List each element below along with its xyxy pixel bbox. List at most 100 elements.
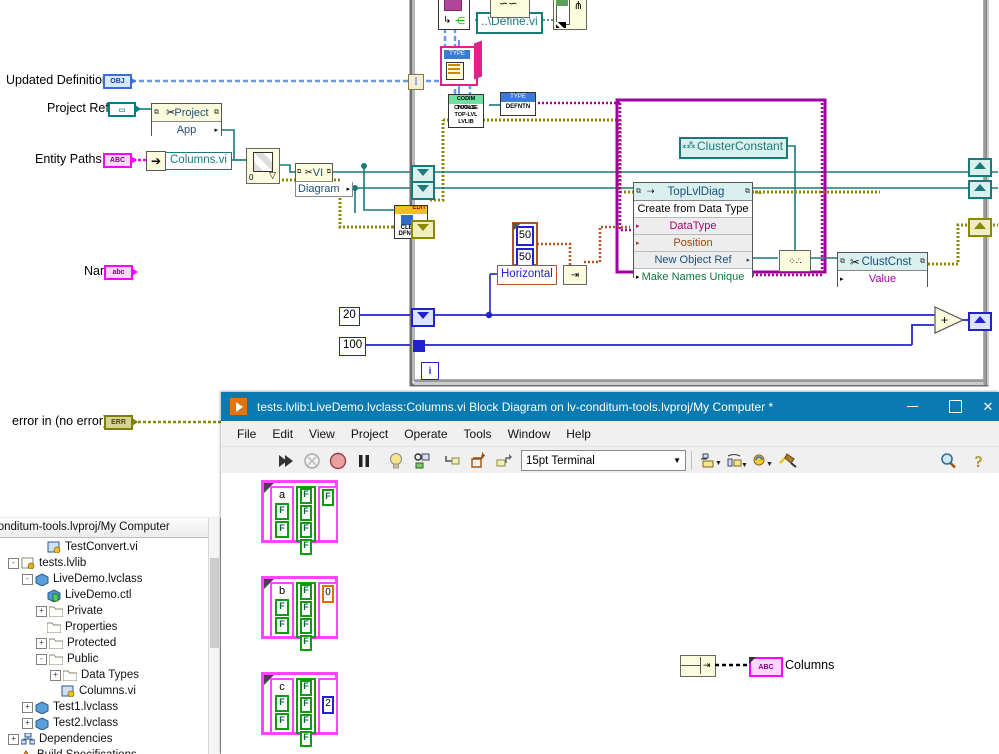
project-tree[interactable]: TestConvert.vi - tests.lvlib - LiveDemo.lvcl… [0, 538, 220, 754]
close-icon[interactable]: ✕ [977, 392, 999, 421]
terminal-updated-definition[interactable]: OBJ [103, 74, 132, 89]
cluster-constant-size[interactable]: 50 50 [512, 222, 538, 268]
menu-bar[interactable]: File Edit View Project Operate Tools Window Hel… [221, 421, 999, 447]
menu-item-window[interactable]: Window [500, 425, 559, 443]
minimize-icon[interactable] [891, 392, 934, 421]
add-function-node[interactable]: + [934, 306, 965, 334]
menu-item-operate[interactable]: Operate [396, 425, 455, 443]
enum-constant-horizontal[interactable]: Horizontal [497, 265, 557, 285]
project-explorer-window[interactable]: conditum-tools.lvproj/My Computer TestCo… [0, 518, 221, 754]
expand-icon[interactable]: + [36, 605, 47, 617]
align-objects-icon[interactable]: ▼ [700, 451, 722, 471]
node-cluster-helper[interactable]: ⁘∴ [779, 250, 811, 272]
node-bundle-small[interactable]: ⇥ [563, 265, 587, 285]
abort-execution-icon[interactable] [302, 451, 322, 471]
iteration-terminal[interactable]: i [421, 362, 439, 380]
step-into-icon[interactable] [442, 451, 462, 471]
toolbar[interactable]: 15pt Terminal ▼ ▼ ▼ ▼ ? [221, 447, 999, 475]
distribute-objects-icon[interactable]: ▼ [726, 451, 748, 471]
tunnel-error-in[interactable] [411, 220, 435, 239]
tree-item-test2-lvclass[interactable]: + Test2.lvclass [0, 715, 220, 731]
block-diagram-canvas[interactable]: aFFFFFFFbFFFFFF0cFFFFFF2 ⇥ ABC Columns [221, 473, 999, 754]
tree-item-data-types[interactable]: + Data Types [0, 667, 220, 683]
node-top-cream[interactable]: ∽∽ [490, 0, 530, 18]
property-node-vi-diagram[interactable]: ⧉ ✂ VI ⧉ Diagram ▸ [295, 163, 353, 197]
tree-item-public[interactable]: - Public [0, 651, 220, 667]
tunnel-out-2[interactable] [968, 180, 992, 199]
property-node-clustcnst[interactable]: ⧉ ✂ ClustCnst ⧉ ▸ Value [837, 252, 928, 287]
window-titlebar[interactable]: tests.lvlib:LiveDemo.lvclass:Columns.vi … [221, 392, 999, 421]
tunnel-out-number[interactable] [968, 312, 992, 331]
pause-icon[interactable] [354, 451, 374, 471]
numeric-constant-100[interactable]: 100 [339, 337, 367, 356]
subvi-change-top-lvl-lvlib[interactable]: CODIM TOOLS CHANGE TOP-LVL LVLIB [448, 94, 484, 128]
menu-item-help[interactable]: Help [558, 425, 599, 443]
step-over-icon[interactable] [468, 451, 488, 471]
maximize-icon[interactable] [934, 392, 977, 421]
invoke-node-param-datatype[interactable]: ▸ DataType [634, 218, 752, 235]
property-node-project-app[interactable]: ⧉ ✂ Project ⧉ App ▸ [151, 103, 222, 137]
menu-item-edit[interactable]: Edit [264, 425, 301, 443]
tree-item-testconvert-vi[interactable]: TestConvert.vi [0, 539, 220, 555]
clean-up-diagram-icon[interactable] [778, 451, 798, 471]
expand-icon[interactable]: + [50, 669, 61, 681]
tunnel-out-error[interactable] [968, 218, 992, 237]
numeric-constant-20[interactable]: 20 [339, 307, 360, 326]
tree-item-properties[interactable]: Properties [0, 619, 220, 635]
run-continuously-icon[interactable] [276, 451, 296, 471]
subvi-top-left[interactable]: ↳ ⋲ [438, 0, 470, 30]
tree-item-private[interactable]: + Private [0, 603, 220, 619]
expand-icon[interactable]: + [8, 733, 19, 745]
terminal-entity-paths[interactable]: ABC [103, 153, 132, 168]
tunnel-const-20[interactable] [411, 308, 435, 327]
typedef-control-constant[interactable]: TYPE [440, 40, 482, 86]
invoke-node-param-new-object-ref[interactable]: New Object Ref ▸ [634, 252, 752, 269]
step-out-icon[interactable] [494, 451, 514, 471]
tree-item-test1-lvclass[interactable]: + Test1.lvclass [0, 699, 220, 715]
collapse-icon[interactable]: - [8, 557, 19, 569]
tree-item-livedemo-ctl[interactable]: LiveDemo.ctl [0, 587, 220, 603]
subvi-top-right[interactable]: ⋔ [553, 0, 587, 30]
reorder-icon[interactable]: ▼ [752, 451, 773, 471]
clustcnst-property-value[interactable]: ▸ Value [838, 271, 927, 287]
terminal-error-in[interactable]: ERR [104, 415, 133, 430]
invoke-node-param-position[interactable]: ▸ Position [634, 235, 752, 252]
collapse-icon[interactable]: - [22, 573, 33, 585]
tree-item-dependencies[interactable]: + Dependencies [0, 731, 220, 747]
expand-icon[interactable]: + [36, 637, 47, 649]
path-to-string-node[interactable]: ➔ [146, 151, 166, 171]
terminal-project-ref[interactable]: ▭ [108, 102, 136, 117]
tree-item-livedemo-lvclass[interactable]: - LiveDemo.lvclass [0, 571, 220, 587]
tree-item-columns-vi[interactable]: Columns.vi [0, 683, 220, 699]
invoke-node-toplvldiag[interactable]: ⧉ ⇢ TopLvlDiag ⧉ Create from Data Type ▸… [633, 182, 753, 284]
tree-item-tests-lvlib[interactable]: - tests.lvlib [0, 555, 220, 571]
tunnel-out-1[interactable] [968, 158, 992, 177]
scrollbar-thumb[interactable] [210, 558, 219, 648]
menu-item-view[interactable]: View [301, 425, 343, 443]
tunnel-const-100[interactable] [413, 340, 425, 352]
expand-icon[interactable]: + [22, 717, 33, 729]
string-constant-columns-vi[interactable]: Columns.vi [165, 152, 232, 170]
tunnel-vi-ref-2[interactable] [411, 181, 435, 200]
labview-block-diagram-window[interactable]: tests.lvlib:LiveDemo.lvclass:Columns.vi … [221, 392, 999, 754]
collapse-icon[interactable]: - [36, 653, 47, 665]
project-tree-scrollbar[interactable] [208, 518, 220, 754]
help-icon[interactable]: ? [971, 451, 991, 471]
window-buttons[interactable]: ✕ [891, 392, 999, 421]
menu-item-file[interactable]: File [229, 425, 264, 443]
type-definition-constant[interactable]: TYPE DEFNTN [500, 92, 536, 116]
menu-item-project[interactable]: Project [343, 425, 396, 443]
menu-item-tools[interactable]: Tools [456, 425, 500, 443]
invoke-node-param-make-names-unique[interactable]: ▸ Make Names Unique [634, 269, 752, 284]
index-array-node[interactable]: 0 ▽ [246, 148, 280, 184]
search-icon[interactable] [938, 451, 958, 471]
stop-icon[interactable] [328, 451, 348, 471]
retain-wire-values-icon[interactable] [412, 451, 432, 471]
tree-item-protected[interactable]: + Protected [0, 635, 220, 651]
terminal-names[interactable]: abc [104, 265, 133, 280]
expand-icon[interactable]: + [22, 701, 33, 713]
tunnel-updated-definition[interactable]: ⫿ [408, 74, 424, 90]
font-selector[interactable]: 15pt Terminal ▼ [521, 450, 686, 471]
tree-item-build-specifications[interactable]: Build Specifications [0, 747, 220, 754]
highlight-execution-icon[interactable] [386, 451, 406, 471]
